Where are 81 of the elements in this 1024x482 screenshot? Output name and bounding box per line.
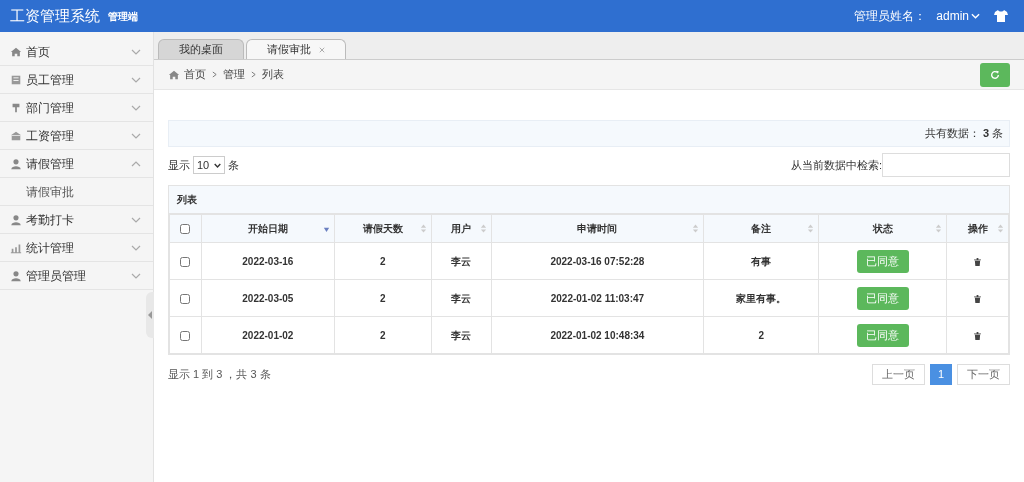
sidebar-item[interactable]: 首页 (0, 38, 153, 66)
shirt-icon[interactable] (994, 10, 1008, 22)
table-cell: 2 (703, 316, 819, 354)
table-cell: 2022-03-16 (201, 242, 335, 280)
breadcrumb-link[interactable]: 管理 (223, 66, 245, 83)
table-info: 显示 1 到 3 ，共 3 条 (168, 367, 271, 383)
table-cell: 2022-01-02 (201, 316, 335, 354)
tab[interactable]: 我的桌面 (158, 39, 244, 59)
checkbox[interactable] (180, 256, 191, 267)
caret-icon (214, 162, 222, 168)
column-header[interactable]: 状态 (818, 214, 947, 243)
chevron-icon (131, 216, 141, 223)
column-header[interactable]: 请假天数 (334, 214, 432, 243)
admin-label: 管理员姓名： (854, 8, 927, 25)
app-subtitle: 管理端 (108, 9, 138, 24)
chevron-icon (131, 272, 141, 279)
home-icon (10, 45, 22, 58)
table-caption: 列表 (177, 193, 197, 207)
column-header[interactable]: 备注 (703, 214, 819, 243)
trash-icon[interactable] (974, 257, 981, 266)
search-label: 从当前数据中检索: (790, 157, 882, 173)
table-cell: 2 (334, 242, 432, 280)
admin-menu[interactable]: admin (936, 7, 980, 25)
prev-page-button[interactable]: 上一页 (872, 364, 925, 385)
record-count: 共有数据： 3 条 (924, 126, 1003, 142)
chevron-icon (131, 76, 141, 83)
list-icon (10, 73, 22, 86)
building-icon (10, 129, 22, 142)
table-cell: 李云 (431, 242, 492, 280)
table-cell: 家里有事。 (703, 279, 819, 317)
table-cell: 2022-01-02 11:03:47 (491, 279, 704, 317)
table-cell: 有事 (703, 242, 819, 280)
chevron-icon (131, 104, 141, 111)
chevron-right-icon (212, 71, 217, 78)
user-icon (10, 269, 22, 282)
select-all-checkbox[interactable] (180, 224, 191, 235)
checkbox[interactable] (180, 330, 191, 341)
chevron-icon (131, 48, 141, 55)
trash-icon[interactable] (974, 331, 981, 340)
sidebar-item[interactable]: 工资管理 (0, 122, 153, 150)
table-cell: 2022-03-16 07:52:28 (491, 242, 704, 280)
search-field[interactable] (882, 153, 1010, 177)
user-icon (10, 213, 22, 226)
table-cell: 李云 (431, 316, 492, 354)
breadcrumb-link[interactable]: 首页 (184, 66, 206, 83)
trash-icon[interactable] (974, 294, 981, 303)
app-title: 工资管理系统 (10, 5, 100, 26)
pin-icon (10, 101, 22, 114)
sidebar-item[interactable]: 管理员管理 (0, 262, 153, 290)
user-icon (10, 157, 22, 170)
collapse-handle[interactable] (146, 292, 154, 338)
table-cell: 2022-03-05 (201, 279, 335, 317)
refresh-button[interactable] (980, 62, 1010, 87)
chevron-icon (131, 244, 141, 251)
column-header[interactable]: 操作 (946, 214, 1009, 243)
refresh-icon (990, 69, 1000, 80)
table-cell: 李云 (431, 279, 492, 317)
tab[interactable]: 请假审批 (246, 39, 346, 59)
sidebar-item[interactable]: 员工管理 (0, 66, 153, 94)
checkbox[interactable] (180, 293, 191, 304)
home-icon (168, 68, 180, 81)
table-cell: 2022-01-02 10:48:34 (491, 316, 704, 354)
sidebar-item[interactable]: 部门管理 (0, 94, 153, 122)
sidebar-item[interactable]: 统计管理 (0, 234, 153, 262)
breadcrumb-link[interactable]: 列表 (262, 66, 284, 83)
chevron-icon (131, 132, 141, 139)
table-cell: 2 (334, 279, 432, 317)
column-header[interactable]: 用户 (431, 214, 492, 243)
chevron-right-icon (251, 71, 256, 78)
column-header[interactable]: 开始日期 (201, 214, 335, 243)
chevron-icon (131, 160, 141, 167)
page-size-select[interactable]: 10 (193, 156, 226, 174)
sidebar-subitem[interactable]: 请假审批 (0, 178, 153, 206)
column-header[interactable]: 申请时间 (491, 214, 704, 243)
length-label: 条 (228, 157, 240, 173)
sidebar-item[interactable]: 考勤打卡 (0, 206, 153, 234)
caret-icon (971, 13, 980, 19)
next-page-button[interactable]: 下一页 (957, 364, 1010, 385)
sidebar-item[interactable]: 请假管理 (0, 150, 153, 178)
table-cell: 2 (334, 316, 432, 354)
length-label: 显示 (168, 157, 190, 173)
